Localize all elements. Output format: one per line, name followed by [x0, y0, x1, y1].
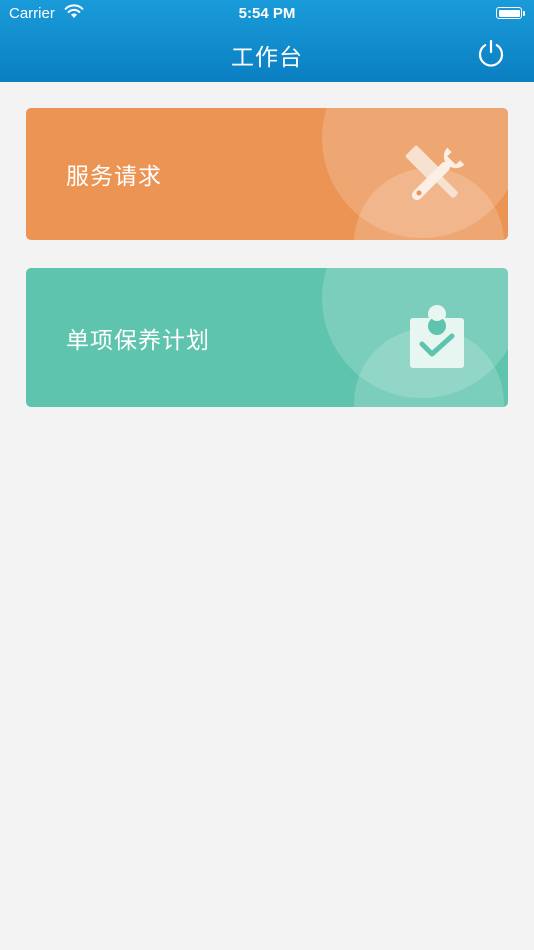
battery-icon [496, 7, 522, 19]
maintenance-plan-card[interactable]: 单项保养计划 [26, 268, 508, 407]
status-bar: Carrier 5:54 PM [0, 0, 534, 28]
battery-tip [523, 11, 525, 16]
page-title: 工作台 [231, 45, 303, 71]
card-label: 服务请求 [66, 164, 162, 190]
status-time: 5:54 PM [238, 5, 296, 22]
clipboard-check-icon [408, 304, 466, 370]
tools-icon [402, 142, 470, 210]
power-icon[interactable] [476, 38, 506, 68]
card-label: 单项保养计划 [66, 327, 210, 354]
app-header: Carrier 5:54 PM 工作台 [0, 0, 534, 82]
service-request-card[interactable]: 服务请求 [26, 108, 508, 240]
